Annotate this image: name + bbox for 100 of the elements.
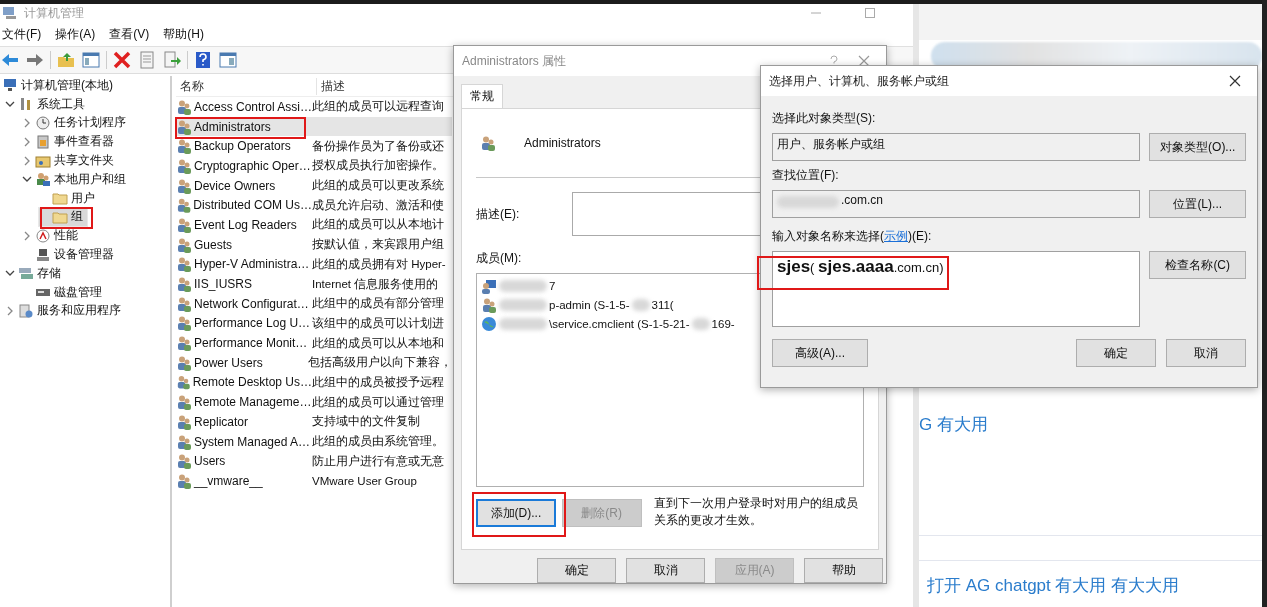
help-icon[interactable] [828,55,840,67]
list-row[interactable]: Performance Log U… 该组中的成员可以计划进 [176,313,452,334]
group-name: Replicator [194,414,249,429]
redaction-blur [499,279,547,292]
redaction-blur [631,298,650,311]
maximize-icon[interactable] [865,8,875,18]
chevron-right-icon[interactable] [22,155,32,166]
menu-item[interactable]: 帮助(H) [163,25,204,43]
list-row[interactable]: Power Users 包括高级用户以向下兼容， [176,352,452,373]
list-row[interactable]: Users 防止用户进行有意或无意 [176,451,452,472]
object-names-field[interactable]: sjes( sjes.aaaa.com.cn) [772,251,1141,327]
list-row[interactable]: Device Owners 此组的成员可以更改系统 [176,175,452,196]
tab[interactable]: 常规 [461,84,503,108]
computer-icon [2,77,18,94]
group-description: 此组的成员可以通过管理 [312,394,444,410]
ok-button[interactable]: 确定 [1076,339,1156,367]
export-icon[interactable] [162,50,182,70]
object-types-button[interactable]: 对象类型(O)... [1149,133,1246,161]
list-row[interactable]: Hyper-V Administra… 此组的成员拥有对 Hyper- [176,254,452,275]
page-link[interactable]: G 有大用 [919,413,988,436]
list-row[interactable]: Event Log Readers 此组的成员可以从本地计 [176,215,452,235]
tree-item[interactable]: 任务计划程序 [22,113,130,133]
device-icon [35,246,51,263]
list-row[interactable]: Access Control Assi…此组的成员可以远程查询 [176,97,452,117]
example-link[interactable]: 示例 [884,229,908,243]
location-field[interactable]: .com.cn [772,190,1141,218]
menu-item[interactable]: 查看(V) [109,25,150,43]
group-name: Administrators [524,136,601,150]
folder-icon [52,190,68,207]
list-row[interactable]: Remote Desktop Us…此组中的成员被授予远程 [176,372,452,393]
folder-up-icon[interactable] [56,50,76,70]
list-row[interactable]: Distributed COM Us…成员允许启动、激活和使 [176,195,452,216]
list-row[interactable]: Replicator 支持域中的文件复制 [176,412,452,432]
column-header[interactable]: 描述 [317,77,345,95]
users-icon [176,433,192,450]
dialog-button[interactable]: 取消 [626,558,705,583]
tree-item[interactable]: 用户 [39,188,99,208]
group-name: Administrators [194,119,271,134]
close-icon[interactable] [1229,75,1241,87]
add-button[interactable]: 添加(D)... [476,499,556,527]
list-row[interactable]: Remote Manageme…此组的成员可以通过管理 [176,392,452,412]
dialog-title: 选择用户、计算机、服务帐户或组 [769,72,950,90]
tree-item[interactable]: 本地用户和组 [22,170,130,189]
group-name: Power Users [194,355,263,370]
tree-item[interactable]: 系统工具 [5,94,89,114]
delete-icon[interactable] [112,50,132,70]
list-row[interactable]: System Managed A… 此组的成员由系统管理。 [176,431,452,452]
page-link[interactable]: 打开 AG chatgpt 有大用 有大大用 [927,574,1180,597]
column-header[interactable]: 名称 [176,77,317,95]
storage-icon [18,265,34,282]
list-row[interactable]: Cryptographic Oper…授权成员执行加密操作。 [176,156,452,176]
group-description: 防止用户进行有意或无意 [312,453,444,469]
panel-icon[interactable] [81,50,101,70]
check-names-button[interactable]: 检查名称(C) [1149,251,1246,279]
group-name: Guests [194,237,232,252]
tree-item[interactable]: 共享文件夹 [22,151,118,170]
dialog-title: Administrators 属性 [462,52,568,70]
tree-item[interactable]: 事件查看器 [22,132,118,152]
list-row[interactable]: __vmware__ VMware User Group [176,471,452,491]
list-row[interactable]: IIS_IUSRS Internet 信息服务使用的 [176,274,452,294]
user-icon [481,277,497,294]
group-name: Users [194,454,226,469]
users-icon [176,374,191,391]
dialog-button[interactable]: 帮助 [804,558,883,583]
group-icon [480,135,496,151]
advanced-button[interactable]: 高级(A)... [772,339,868,367]
users-icon [176,197,192,214]
list-row[interactable]: Network Configurat… 此组中的成员有部分管理 [176,293,452,314]
list-row[interactable]: Performance Monit… 此组的成员可以从本地和 [176,333,452,353]
group-name: Distributed COM Us… [193,198,312,213]
help-icon[interactable] [193,50,213,70]
chevron-right-icon[interactable] [22,118,32,128]
tree-item[interactable]: 设备管理器 [22,245,118,264]
chevron-right-icon[interactable] [22,136,32,147]
cancel-button[interactable]: 取消 [1166,339,1246,367]
users-icon [176,138,192,155]
group-name: __vmware__ [194,473,263,488]
panel-icon[interactable] [218,50,238,70]
member-name: p-admin (S-1-5- [549,298,630,311]
list-row[interactable]: Guests 按默认值，来宾跟用户组 [176,234,452,255]
list-row[interactable]: Administrators [176,116,452,137]
tree-item[interactable]: 磁盘管理 [22,282,106,302]
group-description: 此组的成员可以从本地和 [312,335,444,351]
tree-item[interactable]: 存储 [5,263,65,283]
menu-item[interactable]: 操作(A) [55,25,96,43]
group-description: 按默认值，来宾跟用户组 [312,237,444,253]
list-row[interactable]: Backup Operators 备份操作员为了备份或还 [176,136,452,157]
users-icon [176,394,192,411]
users-icon [176,98,192,115]
menu-item[interactable]: 文件(F) [2,25,42,43]
object-type-field[interactable]: 用户、服务帐户或组 [772,133,1141,161]
chevron-right-icon[interactable] [5,305,15,316]
dialog-button[interactable]: 确定 [537,558,616,583]
tree-item[interactable]: 服务和应用程序 [5,301,125,321]
tree-item[interactable]: 性能 [22,226,82,246]
window-title: 计算机管理 [24,4,84,22]
tree-item[interactable]: 计算机管理(本地) [0,76,117,95]
chevron-right-icon[interactable] [22,230,32,241]
group-description: 该组中的成员可以计划进 [312,315,444,331]
locations-button[interactable]: 位置(L)... [1149,190,1246,218]
